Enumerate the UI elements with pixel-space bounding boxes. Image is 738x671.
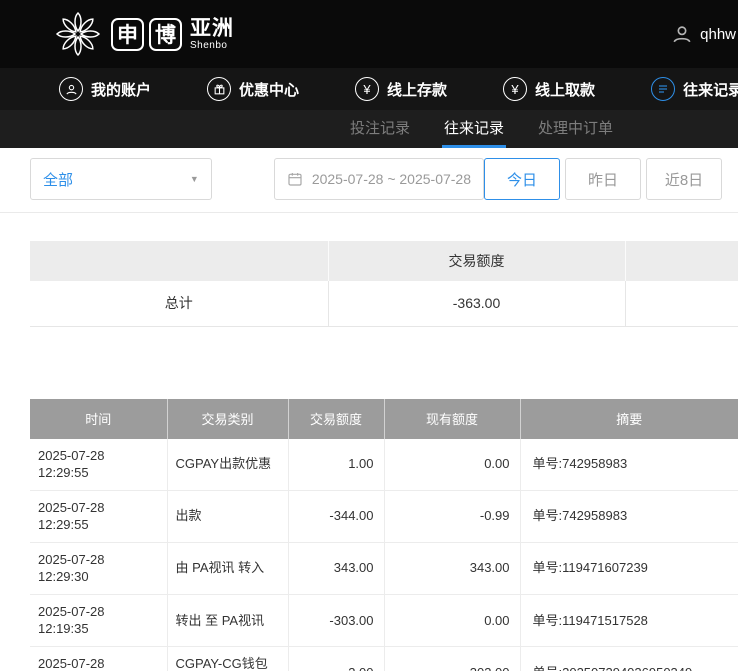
summary-table: 交易额度 总计 -363.00: [30, 241, 738, 327]
nav-label: 我的账户: [91, 79, 151, 100]
brand-char-shen: 申: [111, 18, 144, 51]
nav-item-withdraw[interactable]: ¥ 线上取款: [503, 77, 595, 101]
nav-label: 线上取款: [535, 79, 595, 100]
table-row: 2025-07-28 12:29:55 出款 -344.00 -0.99 单号:…: [30, 490, 738, 542]
records-table: 时间 交易类别 交易额度 现有额度 摘要 2025-07-28 12:29:55…: [30, 399, 738, 671]
tab-betting-records[interactable]: 投注记录: [348, 110, 412, 148]
column-header-balance: 现有额度: [384, 399, 520, 439]
tab-processing-orders[interactable]: 处理中订单: [536, 110, 615, 148]
filter-bar: 全部 ▼ 2025-07-28 ~ 2025-07-28 今日 昨日 近8日: [30, 158, 722, 200]
summary-total-row: 总计 -363.00: [30, 281, 738, 326]
brand-wordmark: 亚洲 Shenbo: [190, 17, 234, 51]
nav-item-records[interactable]: 往来记录: [651, 77, 738, 101]
cell-time: 2025-07-28 12:29:55: [30, 439, 167, 491]
cell-time: 2025-07-28 12:29:55: [30, 490, 167, 542]
nav-item-my-account[interactable]: 我的账户: [59, 77, 151, 101]
cell-summary: 单号:742958983: [520, 490, 738, 542]
brand-region-text: 亚洲: [190, 17, 234, 40]
gift-icon: [207, 77, 231, 101]
withdraw-icon: ¥: [503, 77, 527, 101]
summary-header-empty: [30, 241, 328, 281]
chevron-down-icon: ▼: [190, 174, 199, 184]
cell-summary: 单号:742958983: [520, 439, 738, 491]
cell-type: 出款: [167, 490, 288, 542]
cell-type: 转出 至 PA视讯: [167, 594, 288, 646]
cell-type: CGPAY出款优惠: [167, 439, 288, 491]
cell-amount: -344.00: [288, 490, 384, 542]
cell-balance: 0.00: [384, 439, 520, 491]
table-row: 2025-07-28 12:29:30 由 PA视讯 转入 343.00 343…: [30, 542, 738, 594]
section-divider: [0, 212, 738, 213]
main-nav: 我的账户 优惠中心 ¥ 线上存款 ¥ 线上取款 往来记录: [0, 68, 738, 110]
cell-amount: 3.00: [288, 646, 384, 671]
calendar-icon: [287, 171, 303, 187]
column-header-type: 交易类别: [167, 399, 288, 439]
tab-transaction-records[interactable]: 往来记录: [442, 110, 506, 148]
cell-summary: 单号:119471517528: [520, 594, 738, 646]
nav-item-promotions[interactable]: 优惠中心: [207, 77, 299, 101]
nav-label: 优惠中心: [239, 79, 299, 100]
cell-summary: 单号:202507294026950349: [520, 646, 738, 671]
cell-balance: 303.00: [384, 646, 520, 671]
cell-summary: 单号:119471607239: [520, 542, 738, 594]
cell-type: CGPAY-CG钱包支付笔笔送优惠: [167, 646, 288, 671]
summary-header-amount: 交易额度: [328, 241, 625, 281]
cell-type: 由 PA视讯 转入: [167, 542, 288, 594]
column-header-amount: 交易额度: [288, 399, 384, 439]
cell-balance: 0.00: [384, 594, 520, 646]
cell-amount: -303.00: [288, 594, 384, 646]
account-user-icon: [671, 23, 693, 45]
yen-glyph: ¥: [363, 82, 370, 97]
category-select-value: 全部: [43, 169, 73, 190]
date-range-input[interactable]: 2025-07-28 ~ 2025-07-28: [274, 158, 484, 200]
record-tabs: 投注记录 往来记录 处理中订单: [0, 110, 738, 148]
brand-en-text: Shenbo: [190, 40, 234, 51]
table-row: 2025-07-28 12:19:35 转出 至 PA视讯 -303.00 0.…: [30, 594, 738, 646]
table-row: 2025-07-28 12:19:29 CGPAY-CG钱包支付笔笔送优惠 3.…: [30, 646, 738, 671]
cell-time: 2025-07-28 12:19:29: [30, 646, 167, 671]
yen-glyph: ¥: [511, 82, 518, 97]
column-header-summary: 摘要: [520, 399, 738, 439]
summary-empty-cell: [625, 281, 738, 326]
column-header-time: 时间: [30, 399, 167, 439]
nav-item-deposit[interactable]: ¥ 线上存款: [355, 77, 447, 101]
table-row: 2025-07-28 12:29:55 CGPAY出款优惠 1.00 0.00 …: [30, 439, 738, 491]
category-select[interactable]: 全部 ▼: [30, 158, 212, 200]
summary-header-row: 交易额度: [30, 241, 738, 281]
nav-label: 往来记录: [683, 79, 738, 100]
quick-date-buttons: 今日 昨日 近8日: [484, 158, 722, 200]
yesterday-button[interactable]: 昨日: [565, 158, 641, 200]
top-bar: 申 博 亚洲 Shenbo qhhw: [0, 0, 738, 68]
brand-flower-icon: [54, 10, 102, 58]
today-button[interactable]: 今日: [484, 158, 560, 200]
brand-char-bo: 博: [149, 18, 182, 51]
date-range-value: 2025-07-28 ~ 2025-07-28: [312, 171, 471, 187]
account-username: qhhw: [700, 26, 736, 43]
table-header-row: 时间 交易类别 交易额度 现有额度 摘要: [30, 399, 738, 439]
user-icon: [59, 77, 83, 101]
records-icon: [651, 77, 675, 101]
cell-balance: -0.99: [384, 490, 520, 542]
cell-amount: 343.00: [288, 542, 384, 594]
summary-total-value: -363.00: [328, 281, 625, 326]
cell-amount: 1.00: [288, 439, 384, 491]
summary-header-empty: [625, 241, 738, 281]
last-8-days-button[interactable]: 近8日: [646, 158, 722, 200]
summary-total-label: 总计: [30, 281, 328, 326]
account-menu[interactable]: qhhw: [671, 23, 738, 45]
cell-balance: 343.00: [384, 542, 520, 594]
cell-time: 2025-07-28 12:29:30: [30, 542, 167, 594]
deposit-icon: ¥: [355, 77, 379, 101]
nav-label: 线上存款: [387, 79, 447, 100]
cell-time: 2025-07-28 12:19:35: [30, 594, 167, 646]
